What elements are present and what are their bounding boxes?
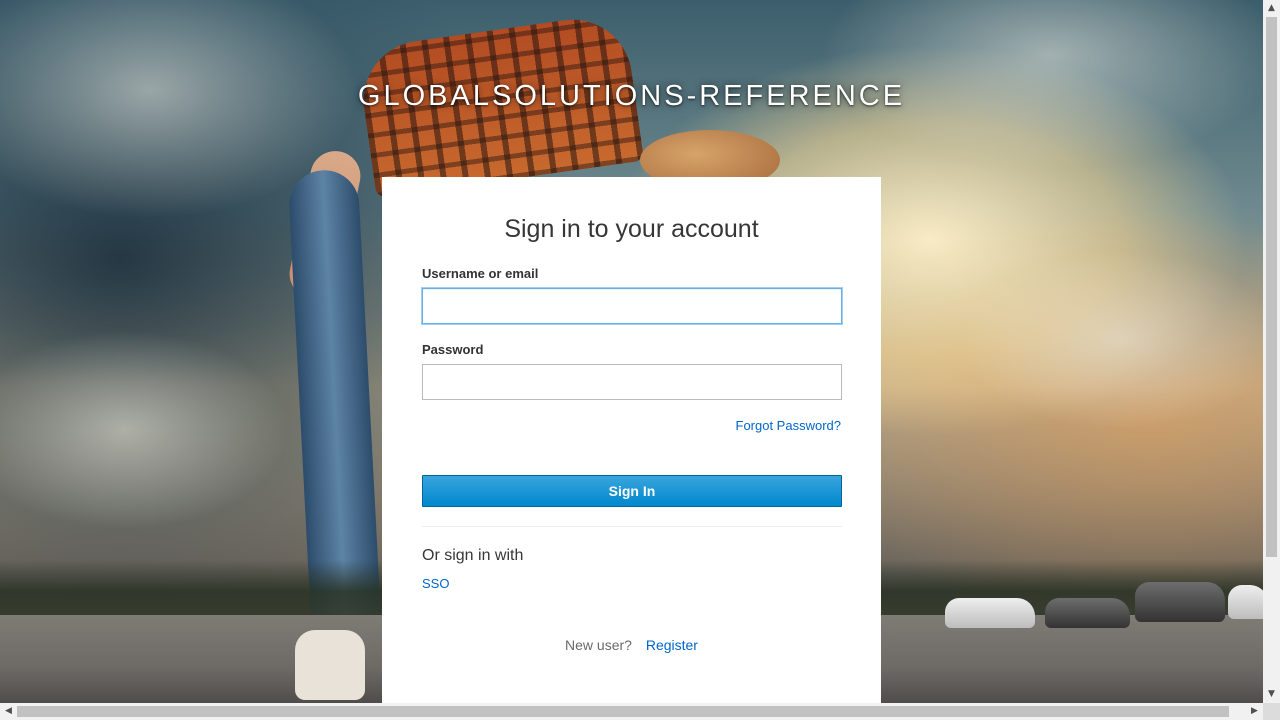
horizontal-scroll-thumb[interactable] [17,706,1229,717]
forgot-password-link[interactable]: Forgot Password? [736,418,842,433]
page-title: Sign in to your account [504,215,759,243]
cloud [0,330,290,530]
new-user-text: New user? [565,637,632,653]
car [945,598,1035,628]
divider [422,526,842,527]
scroll-left-arrow-icon[interactable]: ◀ [0,703,17,720]
cloud [960,250,1263,430]
person-shoe [295,630,365,700]
username-label: Username or email [422,266,539,281]
car [1045,598,1130,628]
vertical-scrollbar[interactable]: ▲ ▼ [1263,0,1280,703]
sign-in-button[interactable]: Sign In [422,475,842,507]
scroll-right-arrow-icon[interactable]: ▶ [1246,703,1263,720]
scrollbar-corner [1263,703,1280,720]
sso-provider-link[interactable]: SSO [422,576,449,591]
login-card: Sign in to your account Username or emai… [382,177,881,703]
social-login-title: Or sign in with [422,547,524,564]
realm-title: GLOBALSOLUTIONS-REFERENCE [357,80,906,112]
car [1228,585,1263,619]
horizontal-scrollbar[interactable]: ◀ ▶ [0,703,1263,720]
password-input[interactable] [422,364,842,400]
password-label: Password [422,342,484,357]
scroll-up-arrow-icon[interactable]: ▲ [1263,0,1280,17]
car [1135,582,1225,622]
registration-row: New user? Register [382,637,881,653]
username-input[interactable] [422,288,842,324]
register-link[interactable]: Register [646,637,698,653]
scroll-down-arrow-icon[interactable]: ▼ [1263,686,1280,703]
vertical-scroll-thumb[interactable] [1266,17,1277,557]
